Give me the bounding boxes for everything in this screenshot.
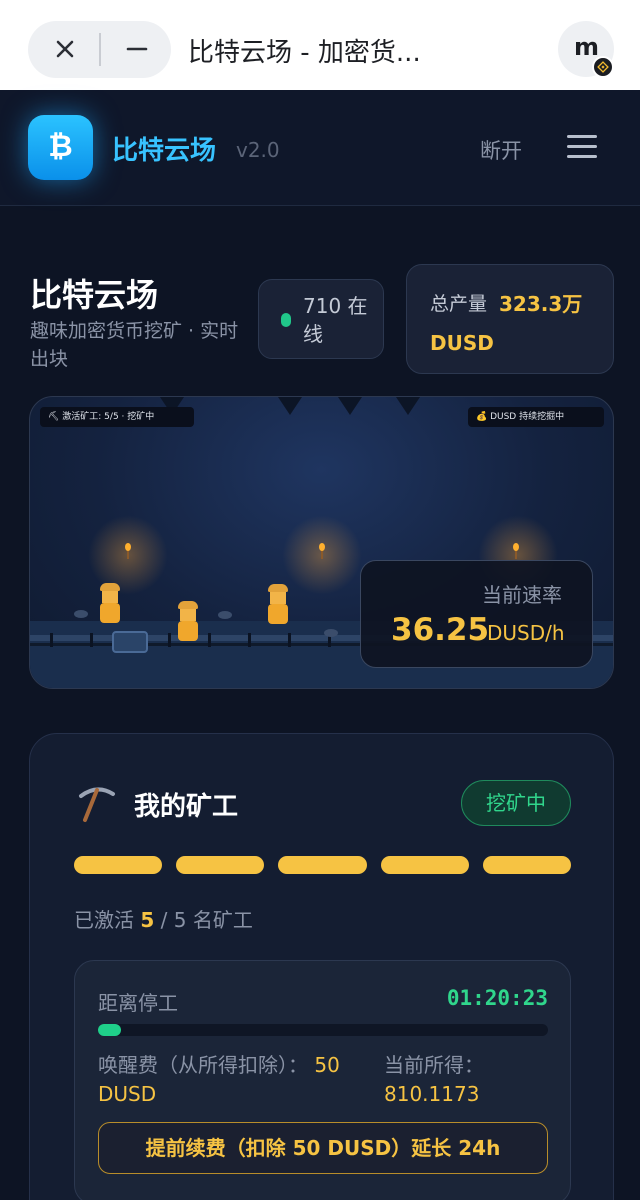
torch-icon — [319, 543, 325, 559]
page-title: 比特云场 — [30, 276, 159, 314]
total-output-card: 总产量 323.3万 DUSD — [406, 264, 614, 374]
wallet-badge-icon — [592, 56, 614, 78]
total-output-value: 323.3万 — [499, 292, 583, 316]
browser-controls — [28, 21, 171, 78]
miner-slot — [176, 856, 265, 874]
stalactite — [278, 397, 302, 415]
torch-icon — [513, 543, 519, 559]
miner-slots — [74, 856, 572, 874]
stop-timer-label: 距离停工 — [98, 991, 178, 1015]
pickaxe-icon — [79, 787, 115, 822]
current-earnings: 当前所得： 810.1173 — [384, 1051, 554, 1109]
renew-early-button[interactable]: 提前续费（扣除 50 DUSD）延长 24h — [98, 1122, 548, 1174]
rail-sleeper — [288, 633, 291, 647]
disconnect-button[interactable]: 断开 — [480, 135, 522, 165]
stalactite — [396, 397, 420, 415]
wake-fee: 唤醒费（从所得扣除）： 50 DUSD — [98, 1051, 368, 1109]
ore-rock — [74, 610, 88, 618]
my-miners-title: 我的矿工 — [134, 792, 239, 822]
online-dot-icon — [281, 313, 291, 327]
total-output-label: 总产量 — [430, 293, 488, 315]
mining-status-badge: 挖矿中 — [461, 780, 571, 826]
online-count: 710 在线 — [303, 294, 368, 346]
miner-character — [266, 584, 290, 624]
earnings-value: 810.1173 — [384, 1082, 480, 1106]
total-output-unit: DUSD — [430, 331, 494, 355]
active-prefix: 已激活 — [74, 908, 134, 932]
logo-symbol: ₿ — [48, 129, 73, 164]
stop-timer-panel: 距离停工 01:20:23 唤醒费（从所得扣除）： 50 DUSD 当前所得： … — [74, 960, 571, 1200]
mine-cart — [112, 631, 148, 653]
rail-sleeper — [50, 633, 53, 647]
page-subtitle: 趣味加密货币挖矿 · 实时出块 — [30, 320, 239, 370]
minimize-icon[interactable] — [122, 34, 152, 64]
active-suffix: / 5 名矿工 — [160, 908, 253, 932]
miner-slot — [482, 856, 572, 874]
mine-scene: ⛏ 激活矿工: 5/5 · 挖矿中 💰 DUSD 持续挖掘中 当前速率 36.2… — [29, 396, 614, 689]
torch-icon — [125, 543, 131, 559]
online-count-card: 710 在线 — [258, 279, 384, 359]
ore-rock — [218, 611, 232, 619]
stop-timer-progress — [98, 1024, 548, 1036]
miner-slot — [74, 856, 163, 874]
stop-timer-value: 01:20:23 — [446, 986, 548, 1010]
rail-sleeper — [90, 633, 93, 647]
bitcoin-logo-icon[interactable]: ₿ — [28, 115, 93, 180]
ore-rock — [324, 629, 338, 637]
rail-sleeper — [168, 633, 171, 647]
tab-title: 比特云场 - 加密货... — [188, 38, 421, 68]
current-rate-unit: DUSD/h — [487, 621, 565, 645]
close-icon[interactable] — [50, 34, 80, 64]
miner-slot — [380, 856, 469, 874]
current-rate-card: 当前速率 36.25 DUSD/h — [360, 560, 593, 668]
app-header: ₿ 比特云场 v2.0 断开 — [0, 90, 640, 206]
active-miners-count: 已激活 5 / 5 名矿工 — [74, 904, 253, 933]
mining-status-tag: 💰 DUSD 持续挖掘中 — [468, 407, 604, 427]
earnings-label: 当前所得： — [384, 1053, 484, 1077]
active-count: 5 — [140, 908, 155, 932]
current-rate-label: 当前速率 — [482, 583, 562, 607]
stalactite — [338, 397, 362, 415]
miner-slot — [278, 856, 367, 874]
account-button[interactable]: m — [558, 21, 614, 78]
active-miners-tag: ⛏ 激活矿工: 5/5 · 挖矿中 — [40, 407, 194, 427]
miner-character — [176, 601, 200, 641]
wake-fee-label: 唤醒费（从所得扣除）： — [98, 1053, 308, 1077]
miner-character — [98, 583, 122, 623]
rail-sleeper — [248, 633, 251, 647]
browser-bar: 比特云场 - 加密货... m — [0, 0, 640, 90]
divider — [99, 33, 101, 66]
brand-name[interactable]: 比特云场 — [112, 130, 216, 167]
avatar-letter: m — [574, 33, 600, 61]
rail-sleeper — [208, 633, 211, 647]
app-version: v2.0 — [236, 138, 280, 162]
current-rate-value: 36.25 — [391, 612, 490, 648]
stop-timer-progress-fill — [98, 1024, 121, 1036]
my-miners-card: 我的矿工 挖矿中 已激活 5 / 5 名矿工 距离停工 01:20:23 唤醒费… — [29, 733, 614, 1200]
hamburger-menu-icon[interactable] — [567, 135, 597, 159]
